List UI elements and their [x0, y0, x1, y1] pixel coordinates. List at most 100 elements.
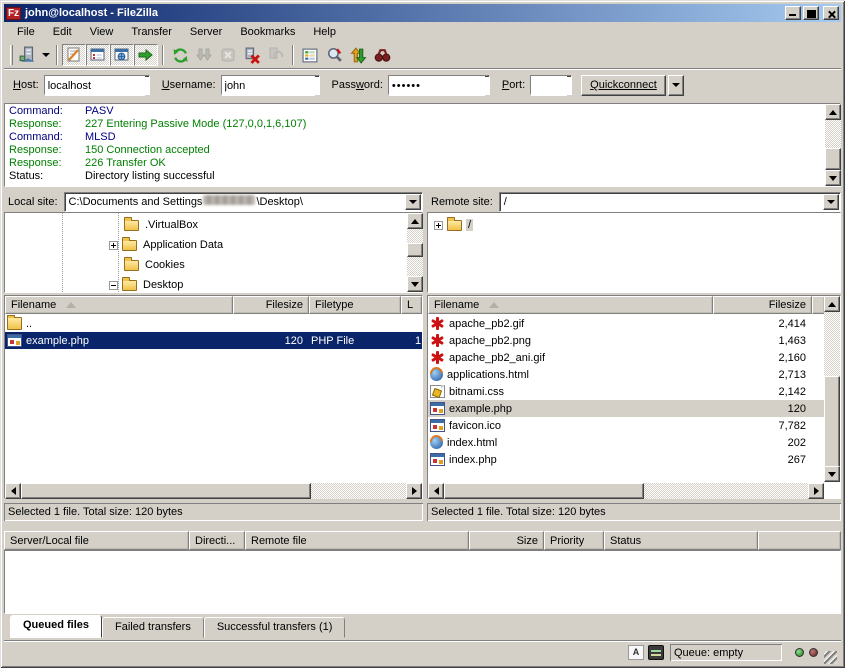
- file-row-example-php[interactable]: example.php 120 PHP File 1: [5, 332, 422, 349]
- expand-icon[interactable]: [434, 221, 443, 230]
- column-header-filename[interactable]: Filename: [428, 296, 713, 314]
- menu-file[interactable]: File: [8, 23, 44, 41]
- title-bar[interactable]: Fz john@localhost - FileZilla: [4, 4, 841, 22]
- column-header-modified[interactable]: L: [401, 296, 422, 314]
- close-button[interactable]: [823, 6, 839, 20]
- scroll-thumb[interactable]: [21, 483, 311, 499]
- remote-file-list[interactable]: Filename Filesize apache_pb2.gif 2,414 a…: [427, 295, 841, 499]
- file-row[interactable]: apache_pb2_ani.gif 2,160: [428, 349, 824, 366]
- file-row[interactable]: apache_pb2.png 1,463: [428, 332, 824, 349]
- log-scrollbar[interactable]: [825, 104, 841, 186]
- scroll-down-button[interactable]: [825, 170, 841, 186]
- column-header-size[interactable]: Size: [469, 531, 544, 550]
- local-path-dropdown[interactable]: [405, 194, 421, 210]
- menu-view[interactable]: View: [81, 23, 123, 41]
- file-row[interactable]: bitnami.css 2,142: [428, 383, 824, 400]
- maximize-button[interactable]: [803, 6, 819, 20]
- tree-item-application-data[interactable]: Application Data: [109, 235, 225, 255]
- column-header-remote-file[interactable]: Remote file: [245, 531, 469, 550]
- file-row[interactable]: index.php 267: [428, 451, 824, 468]
- file-row[interactable]: index.html 202: [428, 434, 824, 451]
- site-manager-dropdown[interactable]: [40, 44, 52, 66]
- site-manager-button[interactable]: [16, 44, 40, 66]
- scroll-up-button[interactable]: [824, 296, 840, 312]
- scroll-down-button[interactable]: [824, 466, 840, 482]
- scroll-down-button[interactable]: [407, 276, 423, 292]
- scroll-up-button[interactable]: [825, 104, 841, 120]
- file-row-parent[interactable]: ..: [5, 315, 422, 332]
- column-header-filesize[interactable]: Filesize: [233, 296, 309, 314]
- remote-directory-tree[interactable]: /: [427, 212, 841, 293]
- cancel-button[interactable]: [216, 44, 240, 66]
- scroll-up-button[interactable]: [407, 213, 423, 229]
- quickconnect-dropdown[interactable]: [668, 75, 684, 96]
- local-tree-scrollbar[interactable]: [407, 213, 423, 292]
- remote-path-combo[interactable]: /: [499, 192, 841, 212]
- password-input[interactable]: [389, 76, 485, 96]
- resize-grip[interactable]: [824, 651, 837, 664]
- disconnect-button[interactable]: [240, 44, 264, 66]
- message-log[interactable]: Command:PASV Response:227 Entering Passi…: [4, 103, 841, 187]
- reconnect-button[interactable]: [264, 44, 288, 66]
- toggle-transfer-queue-button[interactable]: [134, 44, 158, 66]
- file-row[interactable]: favicon.ico 7,782: [428, 417, 824, 434]
- remote-path-dropdown[interactable]: [823, 194, 839, 210]
- column-header-server-local-file[interactable]: Server/Local file: [4, 531, 189, 550]
- refresh-button[interactable]: [168, 44, 192, 66]
- synchronized-browsing-button[interactable]: [346, 44, 370, 66]
- toggle-message-log-button[interactable]: [62, 44, 86, 66]
- minimize-button[interactable]: [785, 6, 801, 20]
- tree-item-desktop[interactable]: Desktop: [109, 275, 185, 293]
- quickconnect-button[interactable]: Quickconnect: [581, 75, 666, 96]
- scroll-thumb[interactable]: [407, 243, 423, 257]
- expand-icon[interactable]: [109, 241, 118, 250]
- column-header-filename[interactable]: Filename: [5, 296, 233, 314]
- local-file-list[interactable]: Filename Filesize Filetype L .. example.…: [4, 295, 423, 499]
- menu-help[interactable]: Help: [304, 23, 345, 41]
- scroll-thumb[interactable]: [825, 148, 841, 170]
- column-header-status[interactable]: Status: [604, 531, 758, 550]
- scroll-left-button[interactable]: [5, 483, 21, 499]
- file-row[interactable]: applications.html 2,713: [428, 366, 824, 383]
- file-row[interactable]: apache_pb2.gif 2,414: [428, 315, 824, 332]
- tab-failed-transfers[interactable]: Failed transfers: [102, 617, 204, 638]
- scroll-left-button[interactable]: [428, 483, 444, 499]
- process-queue-button[interactable]: [192, 44, 216, 66]
- menu-bookmarks[interactable]: Bookmarks: [231, 23, 304, 41]
- tree-item-root[interactable]: /: [434, 215, 473, 235]
- scroll-right-button[interactable]: [406, 483, 422, 499]
- file-row-selected[interactable]: example.php 120: [428, 400, 824, 417]
- menu-transfer[interactable]: Transfer: [122, 23, 181, 41]
- tab-queued-files[interactable]: Queued files: [10, 615, 102, 638]
- username-input[interactable]: [222, 76, 315, 96]
- toggle-remote-tree-button[interactable]: [110, 44, 134, 66]
- local-list-hscrollbar[interactable]: [5, 483, 422, 499]
- column-header-blank[interactable]: [758, 531, 841, 550]
- speed-limit-icon[interactable]: [648, 645, 664, 660]
- tree-item-cookies[interactable]: Cookies: [109, 255, 187, 275]
- tree-item-virtualbox[interactable]: .VirtualBox: [109, 215, 200, 235]
- scroll-right-button[interactable]: [808, 483, 824, 499]
- host-input[interactable]: [45, 76, 145, 96]
- menu-server[interactable]: Server: [181, 23, 231, 41]
- directory-comparison-button[interactable]: [322, 44, 346, 66]
- remote-list-vscrollbar[interactable]: [824, 296, 840, 498]
- filter-button[interactable]: [298, 44, 322, 66]
- toggle-local-tree-button[interactable]: [86, 44, 110, 66]
- find-files-button[interactable]: [370, 44, 394, 66]
- local-directory-tree[interactable]: .VirtualBox Application Data Cookies Des…: [4, 212, 423, 293]
- scroll-thumb[interactable]: [824, 376, 840, 468]
- queue-list[interactable]: [4, 550, 841, 614]
- column-header-filetype[interactable]: Filetype: [309, 296, 401, 314]
- port-input[interactable]: [531, 76, 567, 96]
- tab-successful-transfers[interactable]: Successful transfers (1): [204, 617, 346, 638]
- collapse-icon[interactable]: [109, 281, 118, 290]
- local-path-combo[interactable]: C:\Documents and Settings\Desktop\: [64, 192, 423, 212]
- scroll-thumb[interactable]: [444, 483, 644, 499]
- column-header-filesize[interactable]: Filesize: [713, 296, 812, 314]
- column-header-direction[interactable]: Directi...: [189, 531, 245, 550]
- column-header-priority[interactable]: Priority: [544, 531, 604, 550]
- remote-list-hscrollbar[interactable]: [428, 483, 824, 499]
- data-type-icon[interactable]: A: [628, 645, 644, 660]
- menu-edit[interactable]: Edit: [44, 23, 81, 41]
